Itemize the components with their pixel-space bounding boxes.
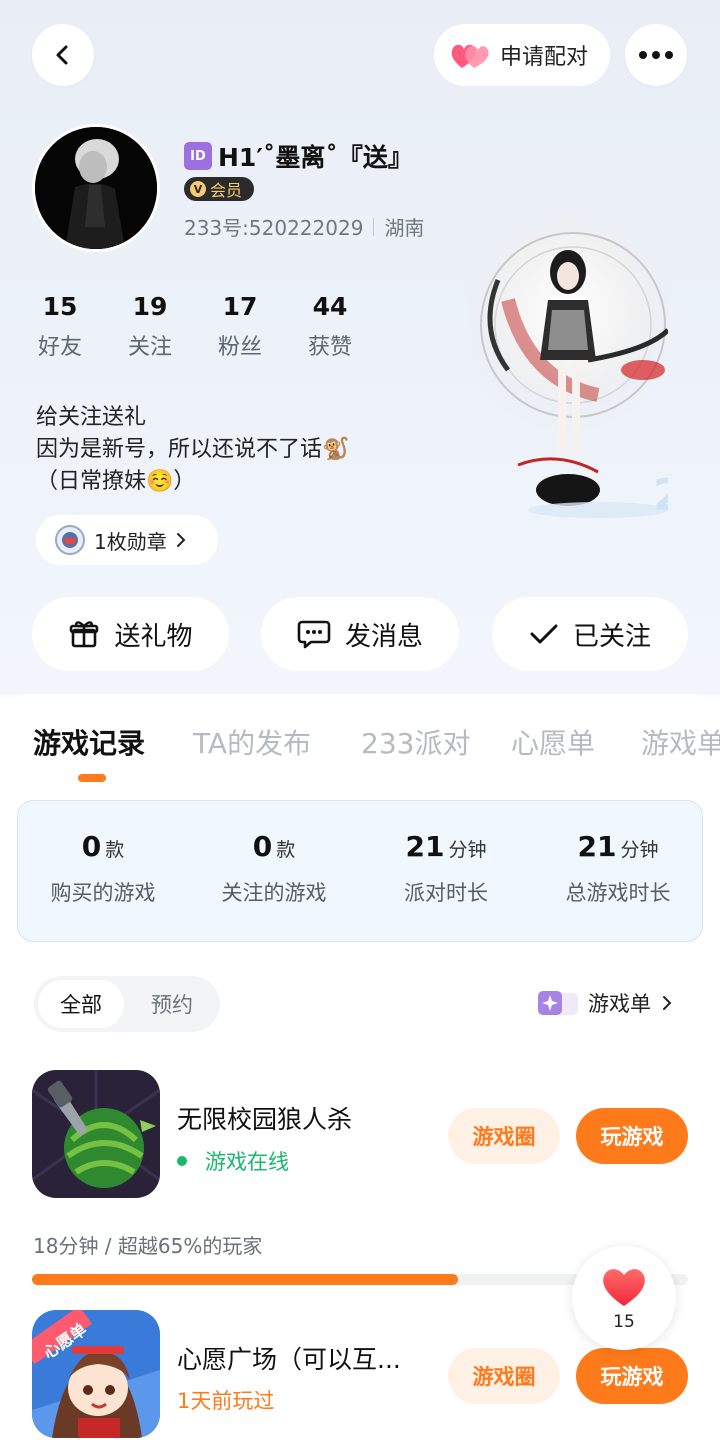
- summary-purchased: 0款 购买的游戏: [17, 830, 189, 907]
- online-dot-icon: [177, 1156, 187, 1166]
- game-last-played: 1天前玩过: [177, 1389, 275, 1413]
- summary-value: 21: [405, 830, 445, 863]
- avatar[interactable]: [32, 124, 160, 252]
- summary-unit: 款: [105, 839, 125, 861]
- filter-reserve[interactable]: 预约: [128, 980, 216, 1028]
- medal-label: 1枚勋章: [94, 529, 167, 554]
- send-gift-label: 送礼物: [114, 621, 193, 652]
- location: 湖南: [384, 216, 425, 240]
- summary-label: 关注的游戏: [221, 881, 327, 905]
- game-list-link[interactable]: 游戏单: [536, 988, 673, 1018]
- stat-value: 15: [42, 292, 78, 321]
- check-icon: [530, 624, 558, 644]
- apply-pair-label: 申请配对: [500, 45, 589, 70]
- vip-label: 会员: [210, 181, 243, 200]
- stat-following[interactable]: 19 关注: [120, 292, 180, 361]
- following-button[interactable]: 已关注: [492, 597, 688, 671]
- play-progress-text: 18分钟 / 超越65%的玩家: [33, 1234, 263, 1258]
- filter-all[interactable]: 全部: [38, 980, 124, 1028]
- tab-game-lists[interactable]: 游戏单: [641, 722, 720, 762]
- message-icon: [297, 620, 331, 649]
- game-circle-button[interactable]: 游戏圈: [448, 1348, 560, 1404]
- chevron-left-icon: [56, 45, 68, 65]
- summary-unit: 款: [276, 839, 296, 861]
- chevron-right-icon: [663, 996, 672, 1010]
- game-title[interactable]: 无限校园狼人杀: [177, 1100, 352, 1136]
- game-circle-button[interactable]: 游戏圈: [448, 1108, 560, 1164]
- bio-line: （日常撩妹☺️）: [36, 469, 196, 494]
- stat-likes[interactable]: 44 获赞: [300, 292, 360, 361]
- gift-icon: [70, 621, 99, 648]
- stat-value: 19: [132, 292, 168, 321]
- heart-icon: [603, 1269, 645, 1306]
- summary-value: 0: [81, 830, 102, 863]
- stat-label: 粉丝: [217, 335, 262, 360]
- back-button[interactable]: [32, 24, 94, 86]
- send-gift-button[interactable]: 送礼物: [32, 597, 229, 671]
- game-icon-wish-plaza[interactable]: 心愿单: [32, 1310, 160, 1438]
- stat-label: 好友: [37, 335, 82, 360]
- stat-value: 17: [222, 292, 258, 321]
- wish-plaza-game-icon: 心愿单: [32, 1310, 160, 1438]
- apply-pair-button[interactable]: 申请配对: [434, 24, 610, 86]
- summary-followed: 0款 关注的游戏: [188, 830, 360, 907]
- play-game-button[interactable]: 玩游戏: [576, 1348, 688, 1404]
- like-floating-button[interactable]: 15: [572, 1246, 676, 1350]
- game-title[interactable]: 心愿广场（可以互...: [177, 1340, 401, 1376]
- sparkle-icon: [538, 991, 578, 1015]
- game-status-label: 游戏在线: [205, 1150, 289, 1174]
- account-info: 233号:520222029 湖南: [184, 212, 424, 241]
- bio-line: 因为是新号，所以还说不了话🐒: [36, 437, 350, 462]
- stat-label: 关注: [127, 335, 172, 360]
- summary-unit: 分钟: [620, 839, 659, 861]
- medal-icon: [55, 525, 85, 555]
- summary-party-time: 21 分钟 派对时长: [360, 830, 532, 907]
- tab-indicator: [78, 774, 106, 782]
- summary-label: 购买的游戏: [50, 881, 156, 905]
- stat-value: 44: [312, 292, 348, 321]
- game-list-label: 游戏单: [588, 992, 651, 1016]
- stat-friends[interactable]: 15 好友: [30, 292, 90, 361]
- username-row: ID H1′˚墨离˚『送』: [184, 138, 413, 174]
- send-message-button[interactable]: 发消息: [261, 597, 459, 671]
- medal-button[interactable]: 1枚勋章: [36, 515, 218, 565]
- game-status: 游戏在线: [177, 1146, 289, 1176]
- tab-wishlist[interactable]: 心愿单: [511, 722, 595, 762]
- svg-text:23: 23: [653, 470, 668, 520]
- send-message-label: 发消息: [344, 621, 423, 652]
- like-count: 15: [613, 1312, 635, 1332]
- summary-label: 总游戏时长: [565, 881, 671, 905]
- summary-value: 21: [577, 830, 617, 863]
- account-id: 233号:520222029: [184, 216, 364, 240]
- summary-unit: 分钟: [448, 839, 487, 861]
- tab-party[interactable]: 233派对: [361, 722, 470, 762]
- tab-posts[interactable]: TA的发布: [193, 722, 311, 762]
- avatar-image: [35, 127, 157, 249]
- tab-game-records[interactable]: 游戏记录: [33, 722, 145, 762]
- character-avatar-image[interactable]: 23: [468, 210, 668, 520]
- more-button[interactable]: [625, 24, 687, 86]
- username: H1′˚墨离˚『送』: [218, 143, 413, 172]
- summary-total-time: 21 分钟 总游戏时长: [532, 830, 704, 907]
- stat-fans[interactable]: 17 粉丝: [210, 292, 270, 361]
- bio: 给关注送礼 因为是新号，所以还说不了话🐒 （日常撩妹☺️）: [36, 402, 349, 498]
- vip-badge[interactable]: V 会员: [184, 177, 254, 201]
- play-game-button[interactable]: 玩游戏: [576, 1108, 688, 1164]
- double-heart-icon: [451, 44, 489, 68]
- id-badge-icon: ID: [184, 142, 212, 170]
- divider: [373, 217, 375, 236]
- more-dots-icon: [639, 51, 673, 59]
- stat-label: 获赞: [307, 335, 352, 360]
- bio-line: 给关注送礼: [36, 405, 147, 430]
- watermelon-game-icon: [32, 1070, 160, 1198]
- summary-label: 派对时长: [404, 881, 488, 905]
- chevron-right-icon: [176, 533, 186, 547]
- vip-icon: V: [190, 181, 206, 197]
- progress-fill: [32, 1274, 459, 1285]
- summary-value: 0: [252, 830, 273, 863]
- game-icon-werewolf[interactable]: [32, 1070, 160, 1198]
- following-label: 已关注: [572, 621, 651, 652]
